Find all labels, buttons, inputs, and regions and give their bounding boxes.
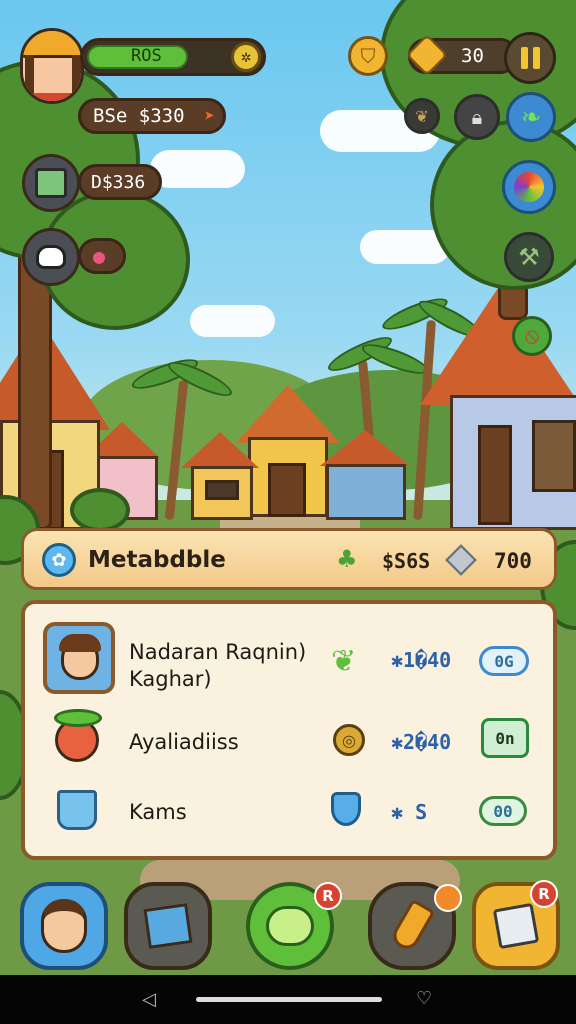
rune-icon: ➤ [204,105,215,127]
tree-crown [430,120,576,290]
profile-button[interactable] [20,882,108,970]
chat-bubble-icon [266,906,314,946]
level-label: ROS [131,46,162,66]
crate-button[interactable] [22,154,80,212]
tools-button[interactable]: ⚒ [504,232,554,282]
player-avatar[interactable] [20,28,84,104]
gem-counter: 30 [405,33,518,77]
level-progress-bar: ROS ✲ [80,38,266,76]
gear-coin-icon: ✲ [231,42,261,72]
item-name: Ayaliadiiss [129,730,239,754]
shop-header: ✿ Metabdble ♣ $S6S 700 [21,528,557,590]
house [181,432,259,520]
item-name-line2: Kaghar) [129,667,212,691]
ban-leaf-button[interactable]: ⦸ [512,316,552,356]
shop-title: Metabdble [88,547,226,573]
map-button[interactable] [124,882,212,970]
paint-palette-icon [514,172,544,202]
silver-gem-icon [445,544,477,576]
leaf-icon: ❦ [331,644,357,679]
inventory-notification-badge: R [530,880,558,908]
right-house [420,285,576,530]
gem-flower-icon: ✿ [42,543,76,577]
item-value: ✱1�40 [391,648,452,672]
cash-label: D$336 [91,171,146,193]
list-item[interactable]: Ayaliadiiss ◎ ✱2�40 0n [25,704,553,774]
pause-button[interactable] [504,32,556,84]
crate-icon [492,902,540,950]
counter-value: 30 [461,45,484,67]
hard-hat-icon [23,31,81,58]
item-badge[interactable]: 0n [481,718,529,758]
item-value: ✱ S [391,800,428,824]
shop-price: $S6S [382,549,431,573]
home-indicator[interactable] [196,997,382,1002]
item-value: ✱2�40 [391,730,452,754]
bucket-icon [57,790,97,830]
item-name: Kams [129,800,187,824]
coins-label: BSe $330 [93,105,185,127]
cloud [190,305,275,337]
shop-gems: 700 [494,549,532,573]
heart-icon: ● [93,244,106,268]
pet-button[interactable] [22,228,80,286]
chat-notification-badge: R [314,882,342,910]
horn-notification-badge [434,884,462,912]
lock-button[interactable]: 🔒︎ [454,94,500,140]
list-item[interactable]: Nadaran Raqnin) Kaghar) ❦ ✱1�40 0G [25,622,553,694]
character-portrait [43,622,115,694]
item-badge[interactable]: 00 [479,796,527,826]
leaf-seed-button[interactable]: ❦ [404,98,440,134]
coins-counter: BSe $330 ➤ [78,98,226,134]
pause-icon [520,47,540,69]
back-icon[interactable]: ◁ [142,989,156,1010]
leaf-button[interactable]: ❧ [506,92,556,142]
dog-icon [36,245,66,269]
cash-counter: D$336 [78,164,162,200]
heart-nav-icon[interactable]: ♡ [416,988,432,1009]
system-nav-bar: ◁ ♡ [0,975,576,1024]
gold-coin-icon: ◎ [333,724,365,756]
hearts-counter: ● [78,238,126,274]
plant-monster-icon [54,709,102,762]
avatar-icon [41,899,87,953]
color-wheel-button[interactable] [502,160,556,214]
shop-item-list: Nadaran Raqnin) Kaghar) ❦ ✱1�40 0G Ayali… [21,600,557,860]
list-item[interactable]: Kams ✱ S 00 [25,776,553,846]
house [320,430,410,520]
money-bag-icon: ♣ [336,545,358,573]
crate-icon [35,168,67,198]
cloud [150,150,245,188]
map-icon [143,903,193,949]
bush [70,488,130,532]
blue-gem-icon [331,792,361,826]
item-name: Nadaran Raqnin) [129,640,307,664]
shield-coin-icon[interactable]: ⛉ [348,36,388,76]
item-badge[interactable]: 0G [479,646,529,676]
horn-icon [388,898,436,954]
